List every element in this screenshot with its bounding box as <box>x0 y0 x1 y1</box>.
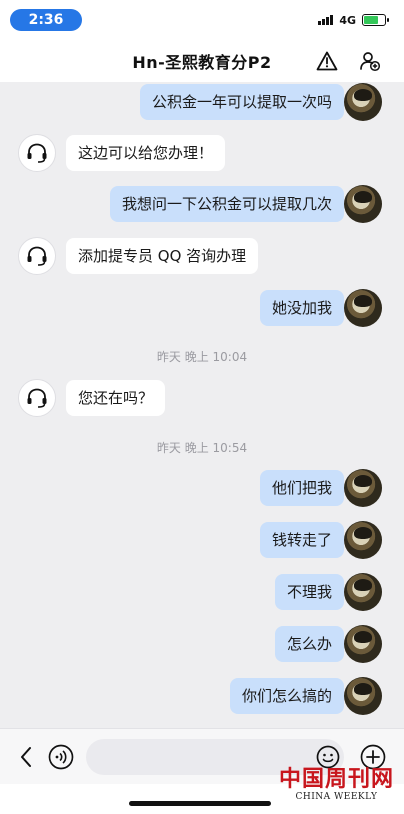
headset-icon <box>27 143 47 163</box>
message-bubble[interactable]: 钱转走了 <box>259 522 344 558</box>
message-bubble[interactable]: 您还在吗？ <box>66 380 166 416</box>
watermark-logo: 中国周刊网 CHINA WEEKLY <box>279 768 394 802</box>
message-incoming: 这边可以给您办理！ <box>66 135 226 171</box>
user-avatar[interactable] <box>344 185 382 223</box>
user-avatar[interactable] <box>344 677 382 715</box>
battery-level <box>364 16 378 24</box>
signal-icon <box>318 15 334 25</box>
voice-icon[interactable] <box>48 744 74 770</box>
warning-icon[interactable] <box>315 49 339 73</box>
headset-icon <box>27 388 47 408</box>
message-outgoing: 她没加我 <box>259 290 344 326</box>
message-bubble[interactable]: 公积金一年可以提取一次吗 <box>139 84 344 120</box>
agent-avatar[interactable] <box>18 379 56 417</box>
message-bubble[interactable]: 怎么办 <box>274 626 344 662</box>
user-avatar[interactable] <box>344 469 382 507</box>
agent-avatar[interactable] <box>18 237 56 275</box>
status-time: 2:36 <box>10 9 82 31</box>
message-outgoing: 你们怎么搞的 <box>229 678 344 714</box>
user-avatar[interactable] <box>344 289 382 327</box>
message-outgoing: 钱转走了 <box>259 522 344 558</box>
message-outgoing: 他们把我 <box>259 470 344 506</box>
user-avatar[interactable] <box>344 83 382 121</box>
network-type: 4G <box>339 13 356 27</box>
message-outgoing: 公积金一年可以提取一次吗 <box>139 84 344 120</box>
message-bubble[interactable]: 你们怎么搞的 <box>229 678 344 714</box>
status-indicators: 4G <box>318 12 389 28</box>
user-avatar[interactable] <box>344 625 382 663</box>
chat-title: Hn-圣熙教育分P2 <box>132 53 272 72</box>
message-bubble[interactable]: 不理我 <box>274 574 344 610</box>
back-icon[interactable] <box>14 745 38 769</box>
message-outgoing: 我想问一下公积金可以提取几次 <box>109 186 344 222</box>
message-incoming: 添加提专员 QQ 咨询办理 <box>66 238 259 274</box>
add-contact-icon[interactable] <box>358 49 382 73</box>
user-avatar[interactable] <box>344 521 382 559</box>
chat-header: Hn-圣熙教育分P2 <box>0 40 404 82</box>
message-incoming: 您还在吗？ <box>66 380 166 416</box>
message-bubble[interactable]: 这边可以给您办理！ <box>66 135 226 171</box>
home-indicator[interactable] <box>129 801 271 806</box>
watermark-en: CHINA WEEKLY <box>295 792 378 802</box>
chat-area[interactable]: 公积金一年可以提取一次吗 这边可以给您办理！ 我想问一下公积金可以提取几次 添加… <box>0 82 404 728</box>
message-outgoing: 怎么办 <box>274 626 344 662</box>
message-outgoing: 不理我 <box>274 574 344 610</box>
battery-icon <box>362 14 389 26</box>
message-bubble[interactable]: 我想问一下公积金可以提取几次 <box>109 186 344 222</box>
message-bubble[interactable]: 添加提专员 QQ 咨询办理 <box>66 238 259 274</box>
timestamp: 昨天 晚上 10:04 <box>156 350 248 364</box>
message-bubble[interactable]: 他们把我 <box>259 470 344 506</box>
user-avatar[interactable] <box>344 573 382 611</box>
message-bubble[interactable]: 她没加我 <box>259 290 344 326</box>
headset-icon <box>27 246 47 266</box>
timestamp: 昨天 晚上 10:54 <box>156 441 248 455</box>
agent-avatar[interactable] <box>18 134 56 172</box>
watermark-cn: 中国周刊网 <box>278 766 394 792</box>
status-bar: 2:36 4G <box>0 0 404 40</box>
